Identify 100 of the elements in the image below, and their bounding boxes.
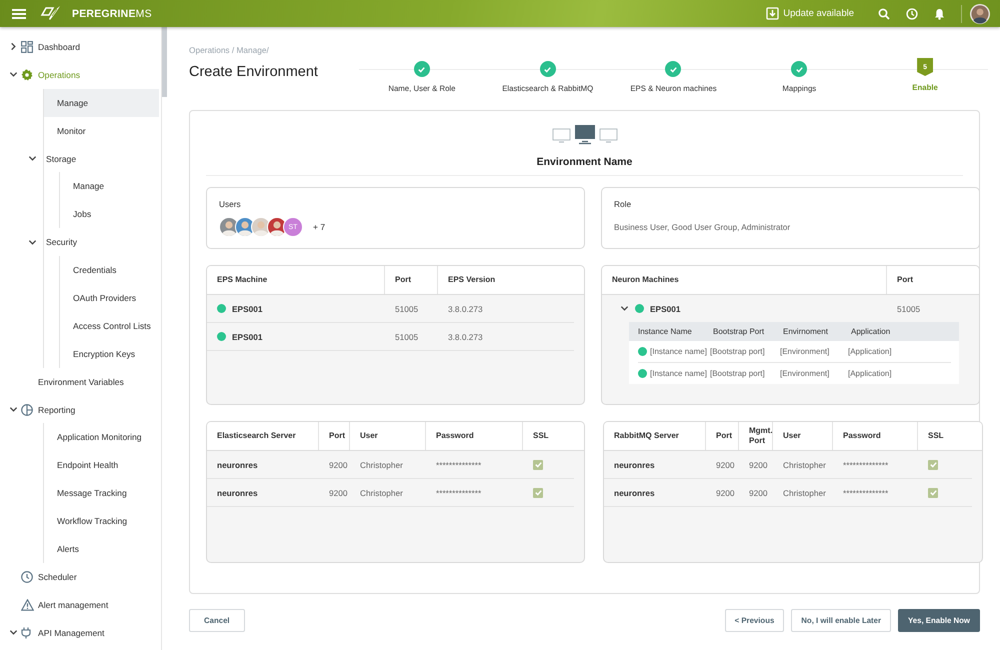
clock-icon[interactable]	[906, 8, 918, 20]
warning-icon	[21, 598, 34, 611]
checkbox[interactable]	[928, 460, 938, 470]
role-text: Business User, Good User Group, Administrator	[614, 222, 790, 232]
table-cell: [Environment]	[780, 347, 830, 356]
checkbox[interactable]	[533, 488, 543, 498]
nav-item[interactable]: Storage	[26, 144, 159, 172]
column-header: SSL	[927, 430, 945, 442]
nav-item[interactable]: Reporting	[0, 396, 161, 424]
user-avatar[interactable]	[970, 4, 990, 24]
table-cell-text: 3.8.0.273	[447, 304, 484, 314]
table-cell: [Application]	[848, 347, 892, 356]
table-cell-text: Christopher	[782, 488, 827, 498]
table-cell-text: **************	[435, 488, 482, 498]
nav-item[interactable]: Endpoint Health	[44, 451, 159, 480]
column-header: Instance Name	[638, 327, 693, 336]
table-cell-text: **************	[842, 488, 890, 498]
table-cell-text: Christopher	[359, 460, 404, 470]
nav-item[interactable]: Jobs	[60, 200, 159, 228]
table-cell-text: 9200	[715, 460, 736, 470]
nav-item[interactable]: OAuth Providers	[60, 284, 159, 312]
table-cell-text: EPS001	[650, 304, 682, 314]
nav-item[interactable]: Monitor	[44, 116, 159, 145]
table-cell-text: Christopher	[359, 488, 404, 498]
table-cell-text: neuronres	[613, 488, 656, 498]
chevron-down-icon[interactable]	[9, 405, 18, 414]
card-label: Role	[614, 199, 632, 209]
chevron-down-icon[interactable]	[28, 154, 37, 163]
checkbox[interactable]	[928, 488, 938, 498]
nav-item[interactable]: Alert management	[0, 590, 161, 619]
nav-item[interactable]: Environment Variables	[0, 368, 161, 396]
nav-item[interactable]: Security	[26, 228, 159, 256]
nav-item[interactable]: Alerts	[44, 535, 159, 563]
column-header: EPS Version	[447, 274, 496, 286]
table-cell-text: 51005	[394, 332, 420, 342]
table-cell-text: 9200	[748, 488, 768, 498]
user-count: + 7	[313, 222, 326, 232]
bell-icon[interactable]	[934, 8, 945, 20]
column-header: Bootstrap Port	[713, 327, 766, 336]
column-header: User	[773, 422, 833, 450]
column-header: EPS Machine	[207, 266, 385, 294]
column-header: RabbitMQ Server	[604, 422, 706, 450]
table-cell-text: **************	[842, 460, 890, 470]
nav-item[interactable]: Access Control Lists	[60, 312, 159, 340]
nav-item[interactable]: Manage	[44, 88, 159, 117]
card-label: Users	[219, 199, 242, 209]
chevron-down-icon[interactable]	[620, 304, 629, 313]
column-header: Neuron Machines	[602, 266, 887, 294]
table-cell: [Instance name]	[650, 369, 707, 378]
nav-item[interactable]: API Management	[0, 618, 161, 647]
download-icon	[766, 7, 780, 20]
nav-item[interactable]: Credentials	[60, 256, 159, 284]
table-cell: [Application]	[848, 369, 892, 378]
table-cell-text: 9200	[328, 488, 348, 498]
table-cell-text: 9200	[715, 488, 736, 498]
table-cell: EPS001	[232, 304, 262, 314]
pie-chart-icon	[21, 404, 33, 416]
clock-icon	[21, 570, 33, 583]
table-cell-text: 9200	[328, 460, 348, 470]
chevron-down-icon[interactable]	[9, 70, 18, 80]
nav-item[interactable]: Scheduler	[0, 562, 161, 591]
column-header: Port	[896, 274, 914, 286]
gear-icon	[21, 68, 33, 81]
table-cell: [Bootstrap port]	[710, 369, 765, 378]
column-header: Port	[706, 422, 739, 450]
nav-item[interactable]: Application Monitoring	[44, 423, 159, 452]
nav-item[interactable]: Workflow Tracking	[44, 507, 159, 536]
dashboard-icon	[21, 40, 33, 53]
column-header: Elasticsearch Server	[207, 422, 319, 450]
environment-name: Environment Name	[536, 156, 632, 168]
nav-item[interactable]: Dashboard	[0, 33, 161, 61]
column-header: Port	[385, 266, 438, 294]
nav-item[interactable]: Manage	[60, 172, 159, 200]
column-header: Port	[319, 422, 350, 450]
table-cell-text: neuronres	[613, 460, 656, 470]
table-cell: [Bootstrap port]	[710, 347, 765, 356]
monitors-icon	[552, 125, 618, 145]
column-header: Envirnoment	[783, 327, 829, 336]
table-cell: [Environment]	[780, 369, 830, 378]
table-cell: [Instance name]	[650, 347, 707, 356]
chevron-down-icon[interactable]	[9, 628, 18, 638]
column-header: User	[350, 422, 426, 450]
scrollbar-thumb[interactable]	[162, 27, 167, 97]
search-icon[interactable]	[878, 8, 890, 20]
nav-item[interactable]: Message Tracking	[44, 479, 159, 508]
plug-icon	[21, 626, 31, 639]
table-cell-text: 3.8.0.273	[447, 332, 484, 342]
table-cell-text: neuronres	[216, 488, 259, 498]
chevron-right-icon[interactable]	[9, 42, 18, 52]
table-cell-text: 9200	[748, 460, 768, 470]
logo-icon	[40, 4, 62, 22]
app-logo: PEREGRINEMS	[72, 8, 152, 20]
column-header: Mgmt. Port	[739, 422, 773, 450]
table-cell-text: neuronres	[216, 460, 259, 470]
column-header: Password	[833, 422, 918, 450]
checkbox[interactable]	[533, 460, 543, 470]
chevron-down-icon[interactable]	[28, 238, 37, 247]
nav-item[interactable]: Encryption Keys	[60, 340, 159, 368]
table-cell-text: 51005	[897, 304, 922, 314]
menu-icon[interactable]	[12, 8, 26, 20]
